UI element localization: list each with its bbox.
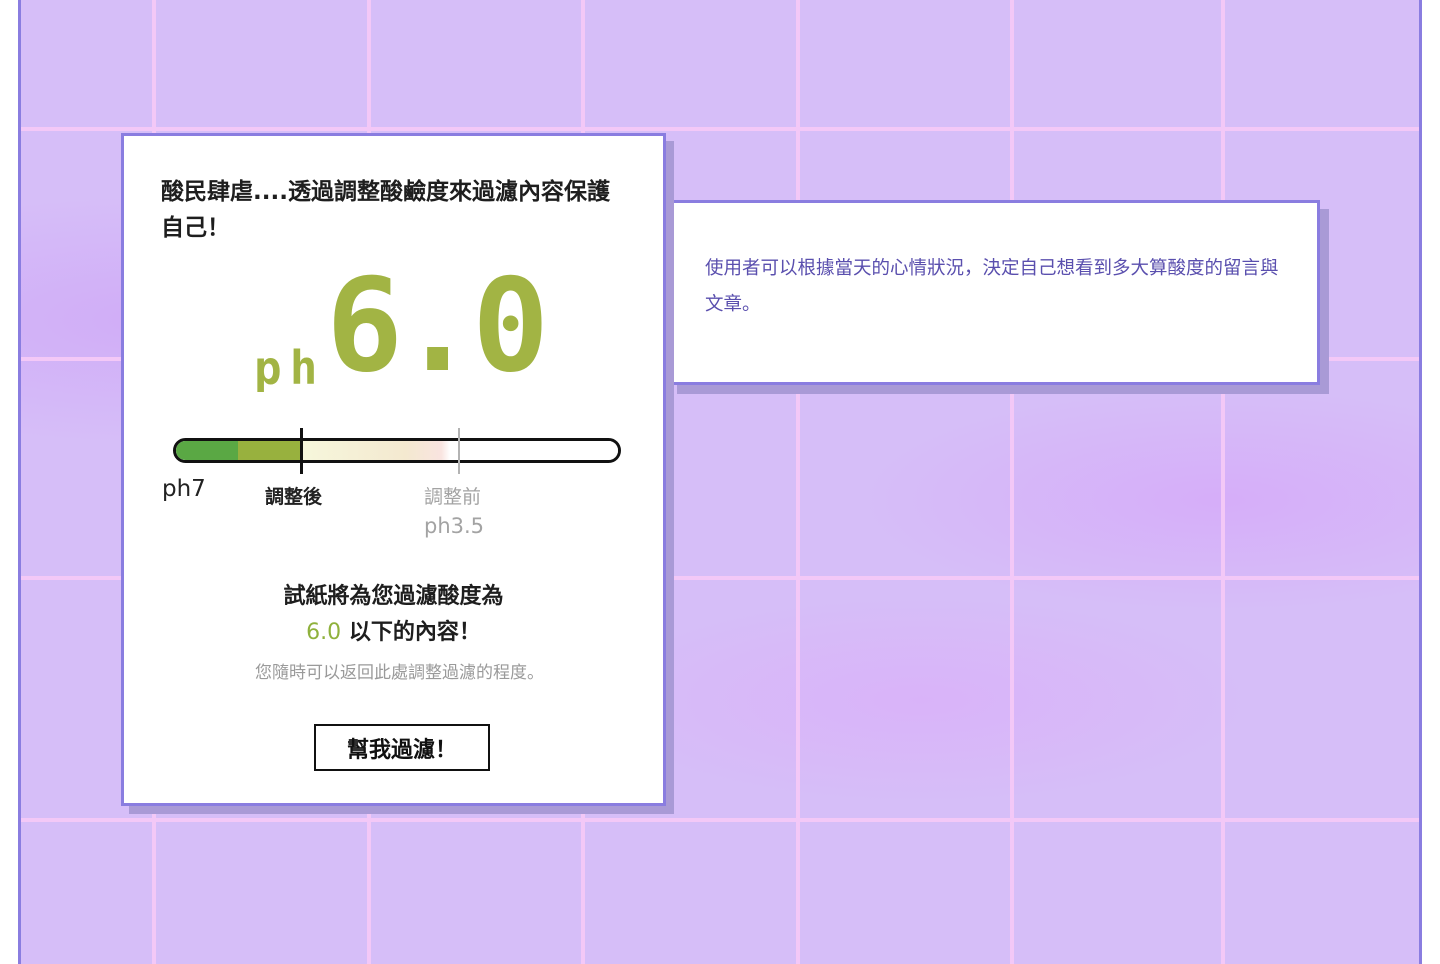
- info-description: 使用者可以根據當天的心情狀況，決定自己想看到多大算酸度的留言與文章。: [705, 258, 1279, 315]
- ph-value-display: ph 6.0: [254, 272, 549, 392]
- result-value: 6.0: [306, 620, 342, 645]
- result-line: 6.0 以下的內容！: [124, 614, 663, 646]
- info-card: 使用者可以根據當天的心情狀況，決定自己想看到多大算酸度的留言與文章。: [668, 200, 1320, 385]
- before-label: 調整前: [424, 486, 482, 508]
- grid-line: [21, 818, 1419, 822]
- after-label: 調整後: [265, 486, 323, 508]
- before-marker: [458, 428, 460, 474]
- grid-line: [21, 127, 1419, 131]
- filter-card: 酸民肆虐....透過調整酸鹼度來過濾內容保護自己！ ph 6.0 ph7 調整後…: [121, 133, 666, 806]
- result-suffix: 以下的內容！: [341, 620, 481, 645]
- ph-value: 6.0: [326, 272, 545, 392]
- result-line: 試紙將為您過濾酸度為: [283, 584, 504, 609]
- filter-button[interactable]: 幫我過濾！: [314, 724, 490, 771]
- card-heading: 酸民肆虐....透過調整酸鹼度來過濾內容保護自己！: [161, 179, 610, 241]
- after-marker[interactable]: [300, 428, 303, 474]
- gauge-fill: [176, 441, 618, 460]
- ph-gauge[interactable]: [173, 438, 621, 463]
- ph-prefix: ph: [254, 341, 325, 392]
- result-hint: 您隨時可以返回此處調整過濾的程度。: [255, 663, 544, 683]
- before-value: ph3.5: [424, 514, 485, 538]
- scale-label: ph7: [162, 476, 206, 502]
